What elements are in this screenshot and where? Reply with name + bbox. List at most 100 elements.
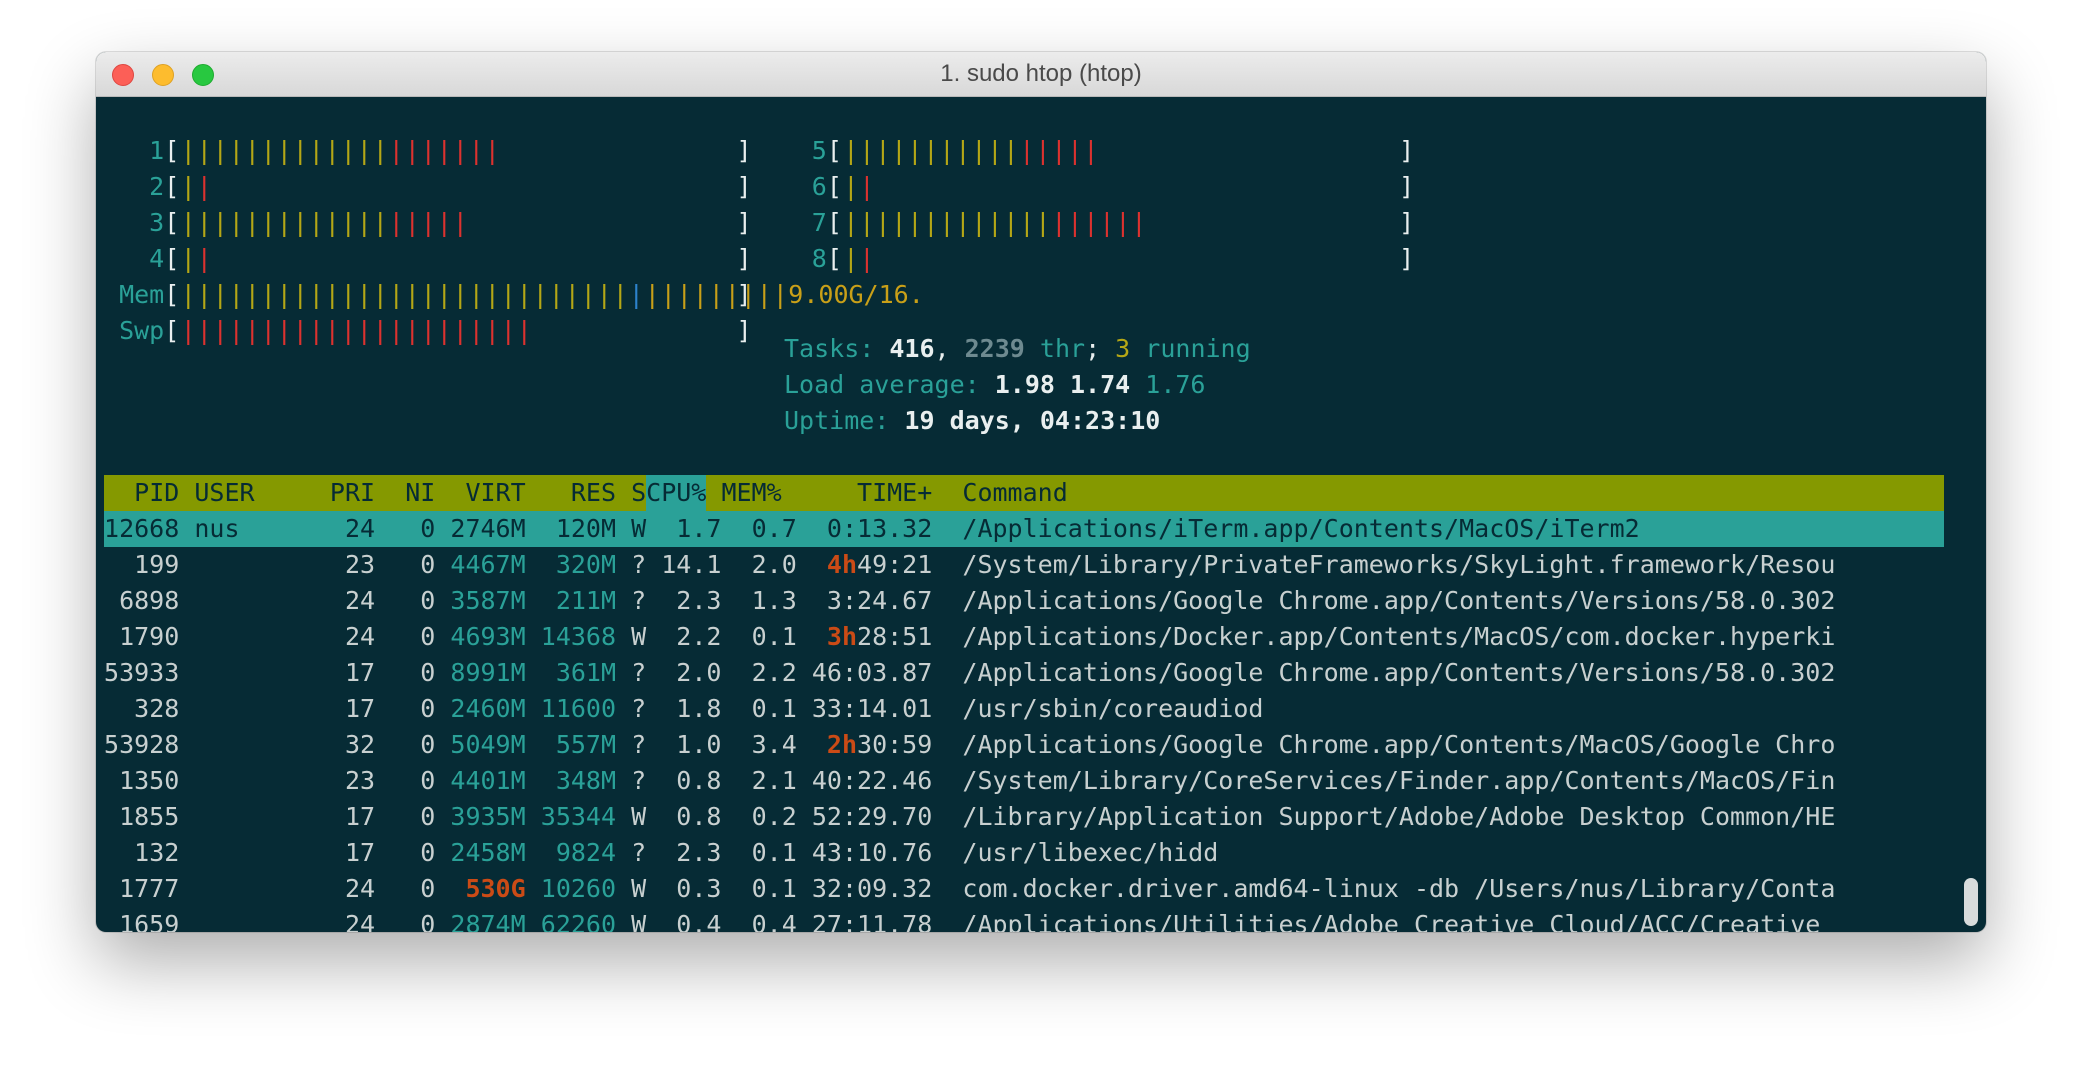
process-mem: 0.1: [751, 694, 797, 723]
process-mem: 3.4: [751, 730, 797, 759]
process-virt: 4401M: [450, 766, 526, 795]
column-header-mem[interactable]: MEM%: [721, 475, 781, 511]
process-mem: 0.1: [751, 622, 797, 651]
column-header-pid[interactable]: PID: [104, 475, 179, 511]
cpu-meter-5-open-bracket: [: [826, 136, 842, 165]
column-header-ni[interactable]: NI: [390, 475, 435, 511]
process-time: 2h30:59: [812, 727, 932, 763]
process-row[interactable]: 6898 24 0 3587M 211M? 2.3 1.3 3:24.67/Applicati…: [104, 583, 1944, 619]
process-pri: 17: [344, 802, 376, 831]
mem-used-bar: |: [548, 280, 564, 309]
uptime: Uptime: 19 days, 04:23:10: [784, 406, 1161, 435]
process-s: ?: [631, 586, 647, 615]
mem-cache-bar: |: [676, 280, 692, 309]
mem-used-bar: |: [612, 280, 628, 309]
cpu-normal-bar: |: [955, 208, 971, 237]
process-ni: 0: [420, 694, 436, 723]
column-header-command[interactable]: Command: [962, 475, 1067, 511]
column-header-virt[interactable]: VIRT: [450, 475, 525, 511]
process-pri: 24: [344, 910, 376, 932]
mem-used-bar: |: [500, 280, 516, 309]
process-cmd: /Applications/Docker.app/Contents/MacOS/…: [962, 622, 1836, 651]
process-s: ?: [631, 766, 647, 795]
process-ni: 0: [420, 802, 436, 831]
process-pid: 199: [134, 550, 180, 579]
process-row[interactable]: 1659 24 0 2874M 62260 W 0.4 0.4 27:11.78/Applica…: [104, 907, 1944, 932]
time-value: 27:11.78: [811, 910, 933, 932]
process-row[interactable]: 1855 17 0 3935M 35344 W 0.8 0.2 52:29.70/Library…: [104, 799, 1944, 835]
mem-buffer-bar: |: [628, 280, 644, 309]
window-title: 1. sudo htop (htop): [940, 60, 1142, 87]
process-row[interactable]: 53933 17 0 8991M 361M? 2.0 2.2 46:03.87/Applica…: [104, 655, 1944, 691]
process-ni: 0: [420, 874, 436, 903]
column-header-cpu[interactable]: CPU%: [646, 475, 706, 511]
cpu-meter-6-close-bracket: ]: [1399, 172, 1415, 201]
process-row[interactable]: 12668 nus 24 0 2746M 120M W 1.7 0.7 0:13.32/Appli…: [104, 511, 1944, 547]
mem-used-bar: |: [356, 280, 372, 309]
column-header-time[interactable]: TIME+: [812, 475, 932, 511]
process-virt: 5049M: [450, 730, 526, 759]
terminal-window: 1. sudo htop (htop) 1[| | | | | | | | | | | | | | | | | |…: [96, 52, 1986, 932]
mem-used-bar: |: [260, 280, 276, 309]
title-bar[interactable]: 1. sudo htop (htop): [96, 52, 1986, 97]
process-row[interactable]: 1350 23 0 4401M 348M? 0.8 2.1 40:22.46/System/L…: [104, 763, 1944, 799]
process-s: W: [631, 514, 647, 543]
process-res: 62260: [540, 910, 617, 932]
process-row[interactable]: 1790 24 0 4693M 14368 W 2.2 0.1 3h28:51/Applicat…: [104, 619, 1944, 655]
cpu-normal-bar: |: [955, 136, 971, 165]
process-row[interactable]: 1777 24 0 530G 10260 W 0.3 0.1 32:09.32 com.docke…: [104, 871, 1944, 907]
cpu-meter-5: 5[| | | | | | | | | | | | | | | |]: [104, 133, 1944, 169]
cpu-meter-7-open-bracket: [: [826, 208, 842, 237]
process-row[interactable]: 53928 32 0 5049M 557M? 1.0 3.4 2h30:59/Applicat…: [104, 727, 1944, 763]
process-cmd: /usr/sbin/coreaudiod: [962, 694, 1264, 723]
column-header-s[interactable]: S: [631, 475, 646, 511]
tasks-line: Tasks: 416, 2239 thr; 3 running: [104, 331, 1944, 367]
process-ni: 0: [420, 658, 436, 687]
process-cmd: /Applications/Google Chrome.app/Contents…: [962, 730, 1836, 759]
scrollbar[interactable]: [1964, 878, 1978, 926]
cpu-normal-bar: |: [971, 136, 987, 165]
mem-used-bar: |: [580, 280, 596, 309]
cpu-kernel-bar: |: [1067, 136, 1083, 165]
process-virt: 2460M: [450, 694, 526, 723]
column-header-user[interactable]: USER: [194, 475, 254, 511]
time-value: 0:13.32: [826, 514, 933, 543]
mem-cache-bar: |: [756, 280, 772, 309]
cpu-meter-7-label: 7: [811, 208, 827, 237]
process-res: 211M: [555, 586, 617, 615]
mem-used-bar: |: [564, 280, 580, 309]
process-time: 27:11.78: [812, 907, 932, 932]
process-s: ?: [631, 658, 647, 687]
process-s: W: [631, 622, 647, 651]
process-time: 3:24.67: [812, 583, 932, 619]
process-row[interactable]: 199 23 0 4467M 320M? 14.1 2.0 4h49:21/System/Li…: [104, 547, 1944, 583]
cpu-normal-bar: |: [939, 136, 955, 165]
process-time: 52:29.70: [812, 799, 932, 835]
mem-used-bar: |: [196, 280, 212, 309]
column-header-row[interactable]: PID USER PRI NI VIRT RES S CPU% MEM% TIME+ Command: [104, 475, 1944, 511]
column-header-res[interactable]: RES: [541, 475, 616, 511]
process-mem: 0.4: [751, 910, 797, 932]
cpu-normal-bar: |: [1003, 208, 1019, 237]
cpu-normal-bar: |: [971, 208, 987, 237]
mem-used-bar: |: [324, 280, 340, 309]
process-res: 557M: [555, 730, 617, 759]
process-cpu: 2.3: [676, 586, 722, 615]
process-row[interactable]: 328 17 0 2460M 11600? 1.8 0.1 33:14.01/usr/sbin…: [104, 691, 1944, 727]
cpu-kernel-bar: |: [1131, 208, 1147, 237]
htop-screen[interactable]: 1[| | | | | | | | | | | | | | | | | | | |] 2[| |] 3[| | | | | | | | | |…: [104, 97, 1944, 932]
time-value: 49:21: [857, 550, 933, 579]
mem-used-bar: |: [436, 280, 452, 309]
cpu-kernel-bar: |: [1099, 208, 1115, 237]
process-virt: 2458M: [450, 838, 526, 867]
mem-used-bar: |: [484, 280, 500, 309]
mem-used-bar: |: [228, 280, 244, 309]
cpu-kernel-bar: |: [1067, 208, 1083, 237]
process-row[interactable]: 132 17 0 2458M 9824? 2.3 0.1 43:10.76/usr/libex…: [104, 835, 1944, 871]
cpu-normal-bar: |: [891, 208, 907, 237]
cpu-meter-6-bars: | |: [843, 169, 875, 205]
process-cpu: 0.8: [676, 802, 722, 831]
process-cmd: /Applications/Google Chrome.app/Contents…: [962, 586, 1836, 615]
column-header-pri[interactable]: PRI: [330, 475, 375, 511]
time-value: 40:22.46: [811, 766, 933, 795]
